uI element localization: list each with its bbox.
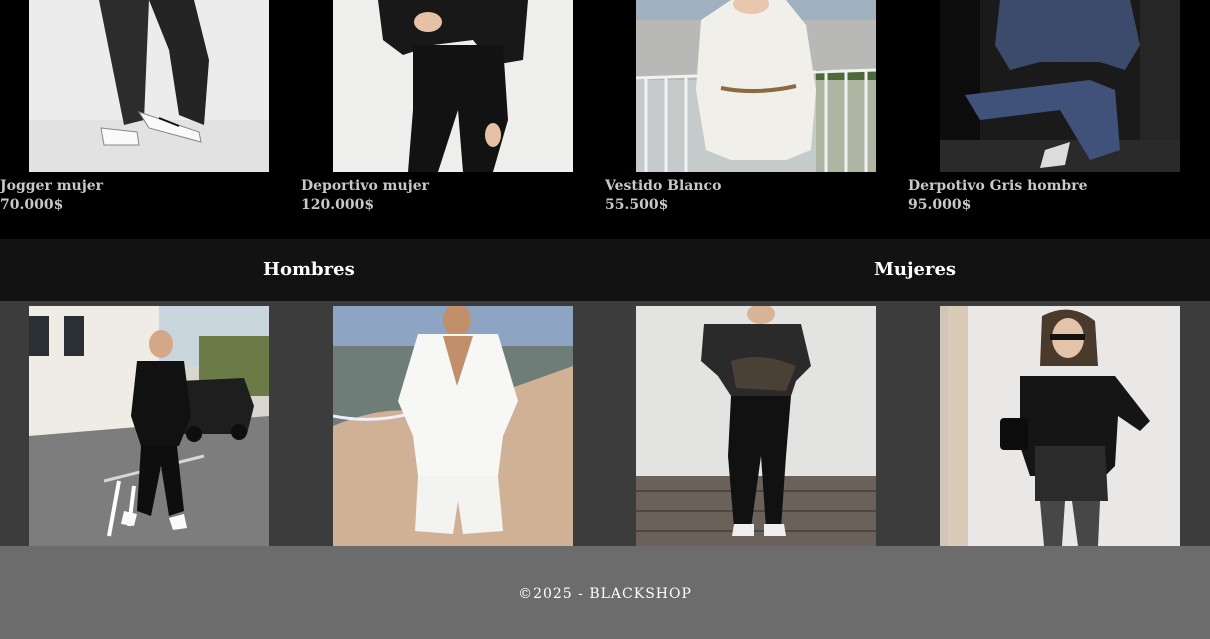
product-name[interactable]: Deportivo mujer xyxy=(301,178,429,194)
category-women-link[interactable]: Mujeres xyxy=(874,259,956,280)
category-men-link[interactable]: Hombres xyxy=(263,259,355,280)
product-image[interactable] xyxy=(29,0,269,172)
category-gallery xyxy=(0,301,1210,546)
men-photo[interactable] xyxy=(29,306,269,546)
women-photo[interactable] xyxy=(940,306,1180,546)
product-image[interactable] xyxy=(333,0,573,172)
products-section: Jogger mujer 70.000$ Deportivo mujer 120… xyxy=(0,0,1210,239)
product-price: 95.000$ xyxy=(908,197,972,213)
category-bar: Hombres Mujeres xyxy=(0,239,1210,301)
product-price: 120.000$ xyxy=(301,197,375,213)
site-footer: ©2025 - BLACKSHOP xyxy=(0,546,1210,639)
product-image[interactable] xyxy=(940,0,1180,172)
product-image[interactable] xyxy=(636,0,876,172)
product-price: 55.500$ xyxy=(605,197,669,213)
product-name[interactable]: Derpotivo Gris hombre xyxy=(908,178,1088,194)
product-price: 70.000$ xyxy=(0,197,64,213)
product-name[interactable]: Vestido Blanco xyxy=(605,178,721,194)
men-photo[interactable] xyxy=(333,306,573,546)
women-photo[interactable] xyxy=(636,306,876,546)
product-name[interactable]: Jogger mujer xyxy=(0,178,103,194)
footer-copyright: ©2025 - BLACKSHOP xyxy=(518,586,692,602)
